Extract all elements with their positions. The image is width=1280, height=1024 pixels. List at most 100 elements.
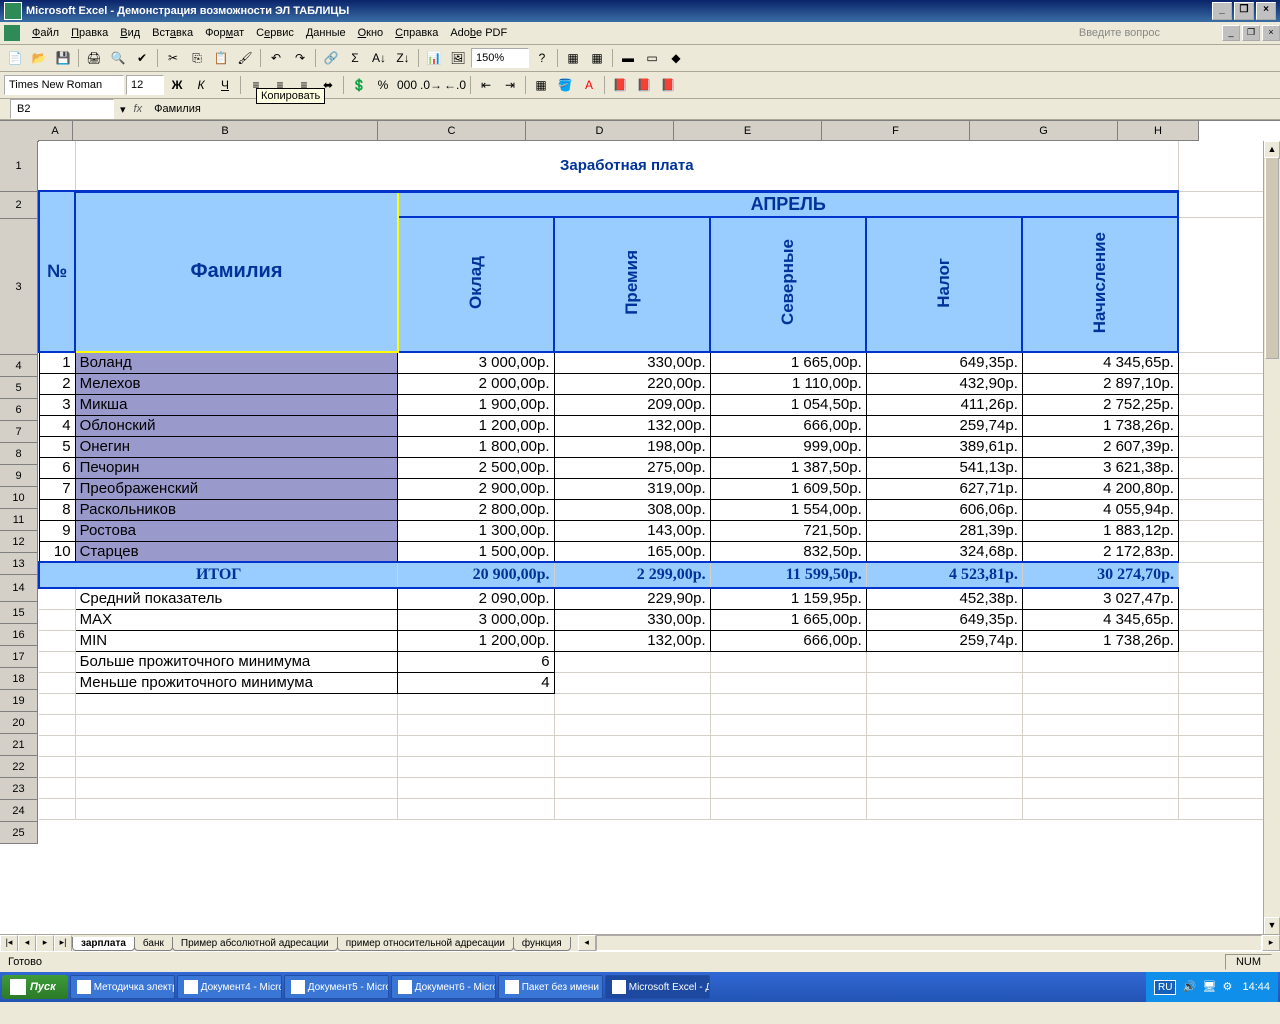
font-name-select[interactable]: Times New Roman <box>4 75 124 95</box>
table-row[interactable]: 9Ростова1 300,00р.143,00р.721,50р.281,39… <box>39 520 1264 541</box>
scroll-down-arrow[interactable]: ▼ <box>1264 917 1280 935</box>
table-row[interactable]: 5Онегин1 800,00р.198,00р.999,00р.389,61р… <box>39 436 1264 457</box>
col-header-E[interactable]: E <box>674 121 822 141</box>
doc-close-button[interactable]: × <box>1262 25 1280 41</box>
row-header-6[interactable]: 6 <box>0 399 38 421</box>
taskbar-item-2[interactable]: Документ5 - Microso... <box>284 975 389 999</box>
borders-button[interactable]: ▦ <box>530 74 552 96</box>
menu-adobe[interactable]: Adobe PDF <box>444 24 513 42</box>
row-header-17[interactable]: 17 <box>0 646 38 668</box>
table-row[interactable]: 8Раскольников2 800,00р.308,00р.1 554,00р… <box>39 499 1264 520</box>
table-row[interactable]: 3Микша1 900,00р.209,00р.1 054,50р.411,26… <box>39 394 1264 415</box>
menu-file[interactable]: ФФайлайл <box>26 24 65 42</box>
menu-insert[interactable]: Вставка <box>146 24 199 42</box>
col-header-C[interactable]: C <box>378 121 526 141</box>
row-header-25[interactable]: 25 <box>0 822 38 844</box>
row-header-19[interactable]: 19 <box>0 690 38 712</box>
minimize-button[interactable]: _ <box>1212 2 1232 20</box>
fx-icon[interactable]: fx <box>134 103 143 115</box>
chart-button[interactable]: 📊 <box>423 47 445 69</box>
row-header-14[interactable]: 14 <box>0 575 38 602</box>
hscroll-right-arrow[interactable]: ▸ <box>1262 935 1280 951</box>
menu-format[interactable]: Формат <box>199 24 250 42</box>
doc-minimize-button[interactable]: _ <box>1222 25 1240 41</box>
extra5-button[interactable]: ◆ <box>665 47 687 69</box>
drawing-button[interactable]: 🖼 <box>447 47 469 69</box>
open-button[interactable]: 📂 <box>28 47 50 69</box>
hscroll-left-arrow[interactable]: ◂ <box>578 935 596 951</box>
hyperlink-button[interactable]: 🔗 <box>320 47 342 69</box>
col-header-A[interactable]: A <box>38 121 73 141</box>
tab-last-button[interactable]: ▸| <box>54 935 72 951</box>
row-header-15[interactable]: 15 <box>0 602 38 624</box>
ask-question-box[interactable]: Введите вопрос <box>1079 27 1160 39</box>
row-header-5[interactable]: 5 <box>0 377 38 399</box>
table-row[interactable]: 10Старцев1 500,00р.165,00р.832,50р.324,6… <box>39 541 1264 562</box>
table-row[interactable]: 1Воланд3 000,00р.330,00р.1 665,00р.649,3… <box>39 352 1264 373</box>
sheet-tab-0[interactable]: зарплата <box>72 937 135 951</box>
paste-button[interactable]: 📋 <box>210 47 232 69</box>
row-header-10[interactable]: 10 <box>0 487 38 509</box>
select-all-corner[interactable] <box>0 121 39 142</box>
clock[interactable]: 14:44 <box>1242 981 1270 993</box>
row-header-9[interactable]: 9 <box>0 465 38 487</box>
close-button[interactable]: × <box>1256 2 1276 20</box>
menu-data[interactable]: Данные <box>300 24 352 42</box>
sort-asc-button[interactable]: A↓ <box>368 47 390 69</box>
bold-button[interactable]: Ж <box>166 74 188 96</box>
sheet-tab-3[interactable]: пример относительной адресации <box>337 937 514 951</box>
vscroll-thumb[interactable] <box>1265 157 1279 359</box>
font-color-button[interactable]: A <box>578 74 600 96</box>
menu-window[interactable]: Окно <box>352 24 390 42</box>
fill-color-button[interactable]: 🪣 <box>554 74 576 96</box>
new-button[interactable]: 📄 <box>4 47 26 69</box>
table-row[interactable]: 4Облонский1 200,00р.132,00р.666,00р.259,… <box>39 415 1264 436</box>
print-button[interactable]: 🖨 <box>83 47 105 69</box>
doc-restore-button[interactable]: ❐ <box>1242 25 1260 41</box>
row-header-3[interactable]: 3 <box>0 219 38 355</box>
row-header-13[interactable]: 13 <box>0 553 38 575</box>
dec-indent-button[interactable]: ⇤ <box>475 74 497 96</box>
inc-decimal-button[interactable]: .0→ <box>420 74 442 96</box>
pdf1-button[interactable]: 📕 <box>609 74 631 96</box>
zoom-select[interactable]: 150% <box>471 48 529 68</box>
sheet-tab-2[interactable]: Пример абсолютной адресации <box>172 937 338 951</box>
spelling-button[interactable]: ✔ <box>131 47 153 69</box>
sort-desc-button[interactable]: Z↓ <box>392 47 414 69</box>
vertical-scrollbar[interactable]: ▲ ▼ <box>1263 141 1280 935</box>
row-header-12[interactable]: 12 <box>0 531 38 553</box>
row-header-11[interactable]: 11 <box>0 509 38 531</box>
formula-content[interactable]: Фамилия <box>150 103 1280 115</box>
extra4-button[interactable]: ▭ <box>641 47 663 69</box>
underline-button[interactable]: Ч <box>214 74 236 96</box>
table-row[interactable]: 7Преображенский2 900,00р.319,00р.1 609,5… <box>39 478 1264 499</box>
undo-button[interactable]: ↶ <box>265 47 287 69</box>
row-header-21[interactable]: 21 <box>0 734 38 756</box>
col-header-F[interactable]: F <box>822 121 970 141</box>
copy-button[interactable]: ⎘ <box>186 47 208 69</box>
row-header-4[interactable]: 4 <box>0 355 38 377</box>
pdf3-button[interactable]: 📕 <box>657 74 679 96</box>
tray-icon-1[interactable]: 🔊 <box>1182 980 1196 994</box>
row-header-22[interactable]: 22 <box>0 756 38 778</box>
restore-button[interactable]: ❐ <box>1234 2 1254 20</box>
language-indicator[interactable]: RU <box>1154 980 1176 995</box>
tab-first-button[interactable]: |◂ <box>0 935 18 951</box>
sheet-tab-4[interactable]: функция <box>513 937 571 951</box>
row-header-23[interactable]: 23 <box>0 778 38 800</box>
row-header-2[interactable]: 2 <box>0 192 38 219</box>
row-header-8[interactable]: 8 <box>0 443 38 465</box>
row-header-7[interactable]: 7 <box>0 421 38 443</box>
col-header-H[interactable]: H <box>1118 121 1199 141</box>
cells-grid[interactable]: Заработная плата№ФамилияАПРЕЛЬОкладПреми… <box>38 141 1264 935</box>
dec-decimal-button[interactable]: ←.0 <box>444 74 466 96</box>
extra3-button[interactable]: ▬ <box>617 47 639 69</box>
font-size-select[interactable]: 12 <box>126 75 164 95</box>
menu-edit[interactable]: Правка <box>65 24 114 42</box>
autosum-button[interactable]: Σ <box>344 47 366 69</box>
tab-prev-button[interactable]: ◂ <box>18 935 36 951</box>
tray-icon-2[interactable]: 🖥 <box>1202 980 1216 994</box>
comma-button[interactable]: 000 <box>396 74 418 96</box>
taskbar-item-5[interactable]: Microsoft Excel - Д... <box>605 975 710 999</box>
taskbar-item-4[interactable]: Пакет без имени - A... <box>498 975 603 999</box>
